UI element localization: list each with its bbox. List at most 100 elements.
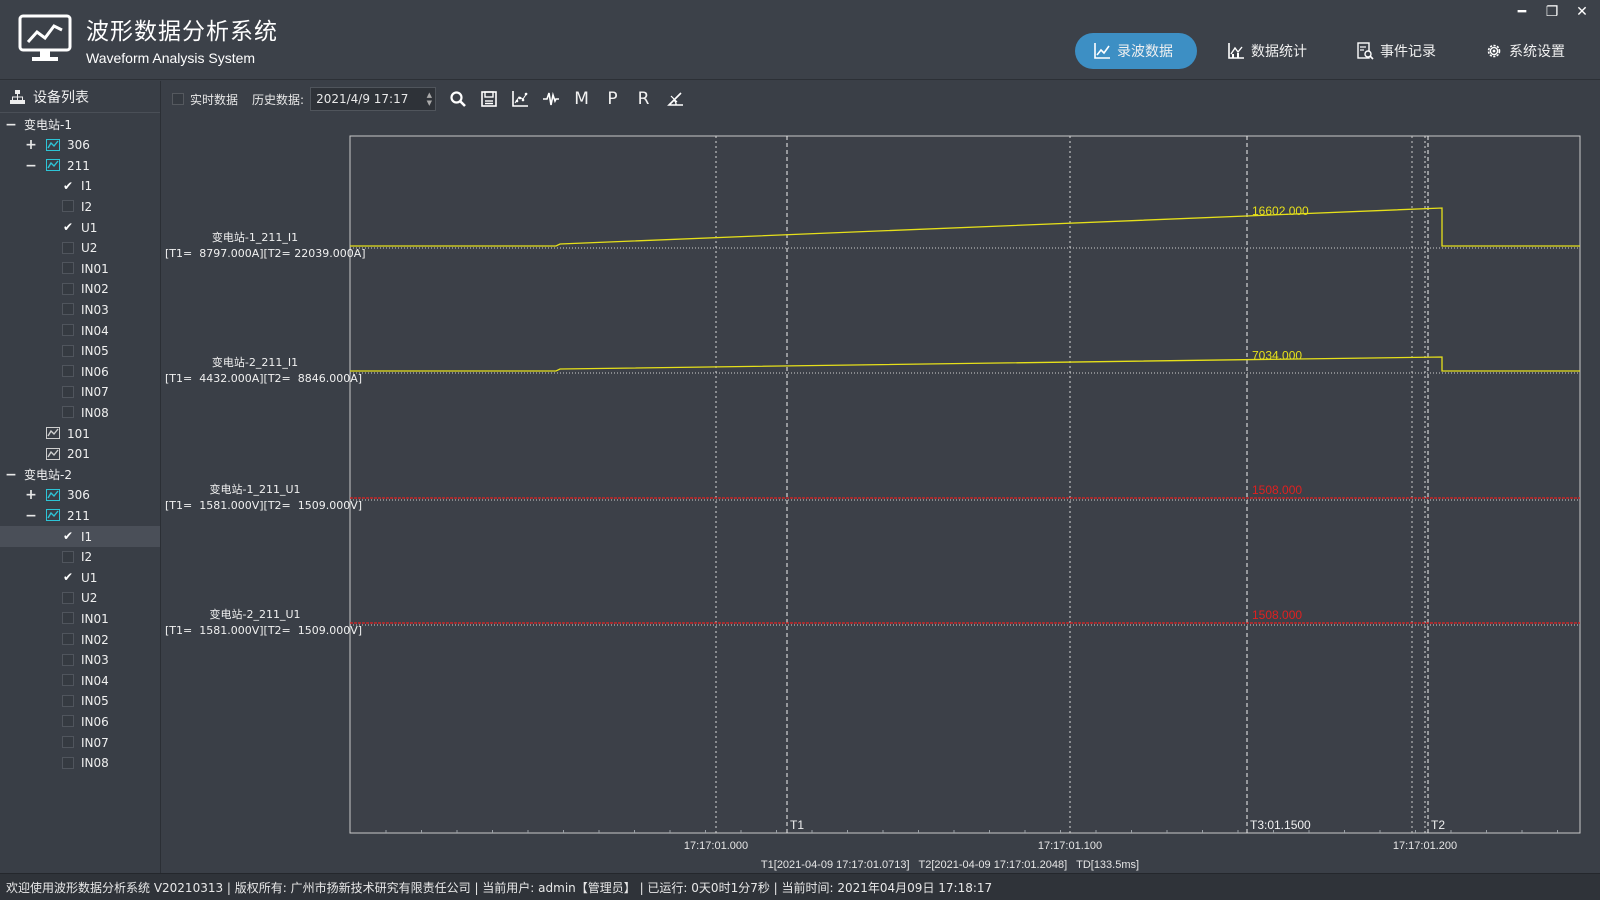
checkbox-checked-icon[interactable]: ✔ — [62, 221, 74, 233]
nav-event-log[interactable]: 事件记录 — [1338, 33, 1454, 69]
tree-node-label: I2 — [81, 199, 93, 214]
scatter-chart-icon — [511, 91, 528, 107]
search-button[interactable] — [448, 89, 467, 109]
checkbox-checked-icon[interactable]: ✔ — [62, 571, 74, 583]
tree-node[interactable]: IN02 — [0, 629, 160, 650]
tree-node[interactable]: U2 — [0, 588, 160, 609]
realtime-checkbox[interactable] — [172, 93, 184, 105]
tree-node[interactable]: IN08 — [0, 753, 160, 774]
tree-node[interactable]: IN06 — [0, 711, 160, 732]
tree-node-label: 变电站-1 — [24, 118, 72, 132]
spin-arrows-icon[interactable]: ▲ ▼ — [427, 91, 432, 107]
tree-node[interactable]: IN03 — [0, 299, 160, 320]
checkbox[interactable] — [62, 550, 74, 563]
tree-node[interactable]: − 变电站-2 — [0, 464, 160, 485]
tree-node[interactable]: IN06 — [0, 361, 160, 382]
checkbox[interactable] — [62, 694, 74, 707]
checkbox[interactable] — [62, 653, 74, 666]
tree-node[interactable]: IN02 — [0, 279, 160, 300]
cursor-info: T1[2021-04-09 17:17:01.0713] T2[2021-04-… — [761, 859, 1139, 871]
tree-node[interactable]: − 211 — [0, 155, 160, 176]
tree-node[interactable]: IN01 — [0, 258, 160, 279]
nav-settings[interactable]: 系统设置 — [1467, 33, 1583, 69]
minimize-icon[interactable]: ━ — [1514, 4, 1530, 20]
waveform-chart[interactable]: 17:17:01.000 17:17:01.100 17:17:01.200 T1 T3… — [162, 118, 1600, 873]
waveform-plot-svg[interactable]: 17:17:01.000 17:17:01.100 17:17:01.200 T1 T3… — [162, 118, 1600, 873]
waveform-button[interactable] — [541, 89, 560, 109]
checkbox[interactable] — [62, 406, 74, 419]
tree-node[interactable]: IN04 — [0, 320, 160, 341]
m-button[interactable]: M — [572, 89, 591, 109]
tree-node[interactable]: IN05 — [0, 691, 160, 712]
angle-button[interactable] — [665, 89, 684, 109]
checkbox-checked-icon[interactable]: ✔ — [62, 180, 74, 192]
checkbox[interactable] — [62, 736, 74, 748]
checkbox[interactable] — [62, 365, 74, 378]
checkbox-checked-icon[interactable]: ✔ — [62, 530, 74, 542]
tree-node[interactable]: I2 — [0, 196, 160, 217]
tree-node[interactable]: 201 — [0, 444, 160, 465]
tree-node-label: IN07 — [81, 735, 109, 750]
status-bar: 欢迎使用波形数据分析系统 V20210313 | 版权所有: 广州市扬新技术研究… — [0, 873, 1600, 900]
realtime-label: 实时数据 — [190, 92, 239, 107]
collapse-toggle-icon[interactable]: − — [25, 508, 37, 524]
history-datetime-input[interactable]: 2021/4/9 17:17 ▲ ▼ — [310, 87, 437, 111]
tree-node[interactable]: 101 — [0, 423, 160, 444]
channel-name: 变电站-1_211_U1 — [209, 483, 301, 496]
document-search-icon — [1357, 42, 1374, 60]
checkbox[interactable] — [62, 262, 74, 275]
tree-node[interactable]: IN01 — [0, 608, 160, 629]
history-datetime-value: 2021/4/9 17:17 — [316, 92, 409, 106]
tree-node-label: 101 — [67, 426, 90, 441]
expand-toggle-icon[interactable]: + — [25, 137, 37, 153]
window-controls: ━ ❐ ✕ — [1514, 4, 1590, 20]
tree-node[interactable]: IN03 — [0, 650, 160, 671]
checkbox[interactable] — [62, 303, 74, 316]
checkbox[interactable] — [62, 756, 74, 769]
tree-node[interactable]: IN05 — [0, 341, 160, 362]
cursor-label: T3:01.1500 — [1250, 818, 1311, 832]
tree-node[interactable]: ✔ U1 — [0, 217, 160, 238]
collapse-toggle-icon[interactable]: − — [25, 158, 37, 174]
checkbox[interactable] — [62, 282, 74, 295]
collapse-toggle-icon[interactable]: − — [5, 117, 17, 133]
checkbox[interactable] — [62, 241, 74, 254]
p-button[interactable]: P — [603, 89, 622, 109]
tree-node-label: IN01 — [81, 261, 109, 276]
r-button[interactable]: R — [634, 89, 653, 109]
tree-node[interactable]: − 变电站-1 — [0, 114, 160, 135]
tree-node[interactable]: ✔ U1 — [0, 567, 160, 588]
close-icon[interactable]: ✕ — [1574, 4, 1590, 20]
tree-node[interactable]: ✔ I1 — [0, 176, 160, 197]
cursor-label: T2 — [1431, 818, 1445, 832]
checkbox[interactable] — [62, 633, 74, 645]
checkbox[interactable] — [62, 324, 74, 336]
restore-icon[interactable]: ❐ — [1544, 4, 1560, 20]
tree-node[interactable]: I2 — [0, 547, 160, 568]
app-title: 波形数据分析系统 — [86, 19, 278, 45]
tree-node[interactable]: IN08 — [0, 402, 160, 423]
checkbox[interactable] — [62, 674, 74, 687]
tree-node[interactable]: IN07 — [0, 382, 160, 403]
checkbox[interactable] — [62, 612, 74, 625]
checkbox[interactable] — [62, 344, 74, 357]
collapse-toggle-icon[interactable]: − — [5, 467, 17, 483]
expand-toggle-icon[interactable]: + — [25, 487, 37, 503]
tree-node[interactable]: +306 — [0, 485, 160, 506]
tree-node[interactable]: − 211 — [0, 505, 160, 526]
checkbox[interactable] — [62, 200, 74, 213]
checkbox[interactable] — [62, 715, 74, 728]
checkbox[interactable] — [62, 591, 74, 604]
tree-node[interactable]: U2 — [0, 238, 160, 259]
nav-waveform-data[interactable]: 录波数据 — [1075, 33, 1197, 69]
tree-node[interactable]: +306 — [0, 135, 160, 156]
plot-area — [349, 135, 1581, 834]
tree-node[interactable]: ✔ I1 — [0, 526, 160, 547]
nav-statistics[interactable]: 数据统计 — [1209, 33, 1325, 69]
checkbox[interactable] — [62, 385, 74, 398]
save-button[interactable] — [479, 89, 498, 109]
tree-node-label: 变电站-2 — [24, 468, 72, 483]
tree-node[interactable]: IN04 — [0, 670, 160, 691]
scatter-chart-button[interactable] — [510, 89, 529, 109]
tree-node[interactable]: IN07 — [0, 732, 160, 753]
